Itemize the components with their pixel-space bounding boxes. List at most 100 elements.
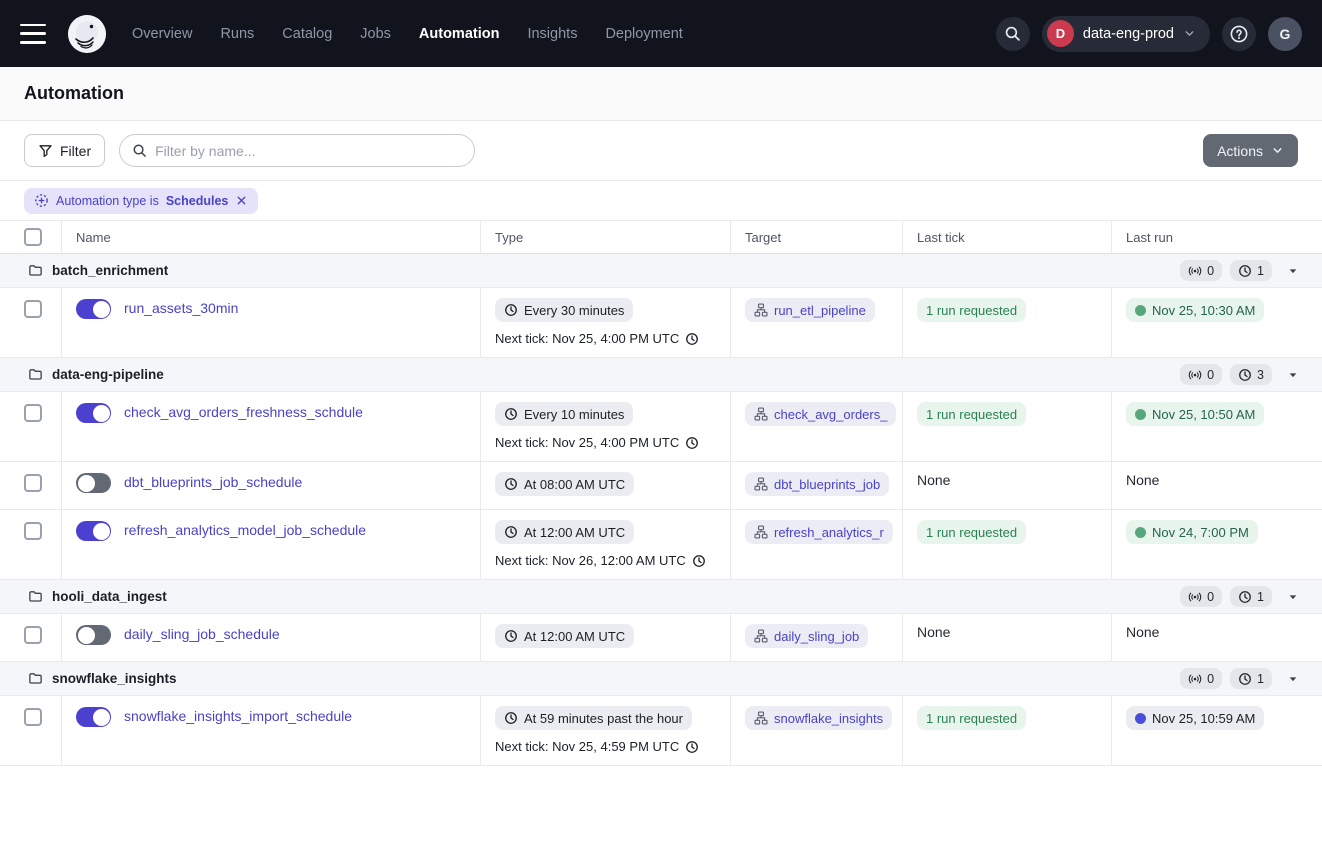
- target-link[interactable]: check_avg_orders_: [745, 402, 897, 426]
- collapse-group-icon[interactable]: [1286, 672, 1300, 686]
- last-run-cell: Nov 25, 10:50 AM: [1112, 392, 1322, 461]
- last-tick-badge[interactable]: 1 run requested: [917, 520, 1027, 544]
- schedule-count-badge: 3: [1230, 364, 1272, 385]
- nav-item-overview[interactable]: Overview: [132, 26, 192, 42]
- schedule-toggle[interactable]: [76, 521, 111, 541]
- nav-item-catalog[interactable]: Catalog: [282, 26, 332, 42]
- cron-badge: Every 30 minutes: [495, 298, 634, 322]
- row-checkbox[interactable]: [24, 522, 42, 540]
- job-graph-icon: [754, 477, 768, 491]
- schedule-name-link[interactable]: run_assets_30min: [124, 300, 238, 316]
- row-checkbox[interactable]: [24, 300, 42, 318]
- schedule-name-link[interactable]: refresh_analytics_model_job_schedule: [124, 522, 366, 538]
- type-cell: At 08:00 AM UTC: [481, 462, 731, 509]
- schedule-name-link[interactable]: check_avg_orders_freshness_schdule: [124, 404, 363, 420]
- target-link[interactable]: dbt_blueprints_job: [745, 472, 890, 496]
- filter-chip-automation-type[interactable]: Automation type is Schedules: [24, 187, 259, 214]
- type-cell: At 59 minutes past the hour Next tick: N…: [481, 696, 731, 765]
- chevron-down-icon: [1183, 27, 1196, 40]
- active-filters-row: Automation type is Schedules: [0, 181, 1322, 221]
- name-filter-input[interactable]: [155, 142, 463, 159]
- cron-badge: Every 10 minutes: [495, 402, 634, 426]
- schedule-name-link[interactable]: daily_sling_job_schedule: [124, 626, 280, 642]
- filter-chip-value: Schedules: [165, 193, 229, 208]
- target-link[interactable]: daily_sling_job: [745, 624, 869, 648]
- deployment-name: data-eng-prod: [1082, 25, 1174, 42]
- schedule-name-link[interactable]: snowflake_insights_import_schedule: [124, 708, 352, 724]
- nav-item-runs[interactable]: Runs: [220, 26, 254, 42]
- filter-button[interactable]: Filter: [24, 134, 106, 167]
- last-run-cell: Nov 24, 7:00 PM: [1112, 510, 1322, 579]
- collapse-group-icon[interactable]: [1286, 368, 1300, 382]
- folder-icon: [28, 589, 43, 604]
- target-link[interactable]: refresh_analytics_r: [745, 520, 893, 544]
- last-tick-badge[interactable]: 1 run requested: [917, 402, 1027, 426]
- col-header-target: Target: [731, 221, 903, 253]
- group-row-batch-enrichment[interactable]: batch_enrichment 0 1: [0, 254, 1322, 288]
- collapse-group-icon[interactable]: [1286, 264, 1300, 278]
- nav-item-automation[interactable]: Automation: [419, 26, 500, 42]
- menu-icon[interactable]: [20, 23, 46, 44]
- row-checkbox[interactable]: [24, 626, 42, 644]
- type-cell: Every 30 minutes Next tick: Nov 25, 4:00…: [481, 288, 731, 357]
- row-checkbox[interactable]: [24, 404, 42, 422]
- last-run-badge[interactable]: Nov 25, 10:30 AM: [1126, 298, 1265, 322]
- type-cell: At 12:00 AM UTC: [481, 614, 731, 661]
- schedule-toggle[interactable]: [76, 625, 111, 645]
- schedule-toggle[interactable]: [76, 403, 111, 423]
- clock-icon: [1238, 264, 1252, 278]
- group-row-hooli-data-ingest[interactable]: hooli_data_ingest 0 1: [0, 580, 1322, 614]
- help-icon[interactable]: [1222, 16, 1256, 51]
- funnel-icon: [38, 143, 53, 158]
- target-link[interactable]: snowflake_insights: [745, 706, 893, 730]
- sensor-count-badge: 0: [1180, 364, 1223, 385]
- clock-icon: [685, 740, 699, 754]
- last-tick-none: None: [917, 624, 951, 640]
- job-graph-icon: [754, 525, 768, 539]
- clock-icon: [1238, 590, 1252, 604]
- select-all-checkbox[interactable]: [24, 228, 42, 246]
- table-row: daily_sling_job_schedule At 12:00 AM UTC…: [0, 614, 1322, 662]
- table-row: snowflake_insights_import_schedule At 59…: [0, 696, 1322, 766]
- group-row-snowflake-insights[interactable]: snowflake_insights 0 1: [0, 662, 1322, 696]
- last-run-badge[interactable]: Nov 25, 10:59 AM: [1126, 706, 1265, 730]
- last-tick-badge[interactable]: 1 run requested: [917, 706, 1027, 730]
- last-run-badge[interactable]: Nov 25, 10:50 AM: [1126, 402, 1265, 426]
- schedule-toggle[interactable]: [76, 473, 111, 493]
- job-graph-icon: [754, 629, 768, 643]
- type-cell: At 12:00 AM UTC Next tick: Nov 26, 12:00…: [481, 510, 731, 579]
- schedule-toggle[interactable]: [76, 299, 111, 319]
- row-checkbox[interactable]: [24, 474, 42, 492]
- collapse-group-icon[interactable]: [1286, 590, 1300, 604]
- remove-filter-icon[interactable]: [235, 194, 248, 207]
- run-status-dot: [1135, 526, 1146, 538]
- schedule-count-badge: 1: [1230, 260, 1272, 281]
- nav-item-insights[interactable]: Insights: [527, 26, 577, 42]
- col-header-last-tick: Last tick: [903, 221, 1112, 253]
- clock-icon: [504, 477, 518, 491]
- deployment-switcher[interactable]: D data-eng-prod: [1041, 15, 1210, 52]
- chevron-down-icon: [1271, 144, 1284, 157]
- target-cell: snowflake_insights: [731, 696, 903, 765]
- target-link[interactable]: run_etl_pipeline: [745, 298, 875, 322]
- group-row-data-eng-pipeline[interactable]: data-eng-pipeline 0 3: [0, 358, 1322, 392]
- sensor-count-badge: 0: [1180, 260, 1223, 281]
- schedule-name-link[interactable]: dbt_blueprints_job_schedule: [124, 474, 302, 490]
- cron-badge: At 12:00 AM UTC: [495, 520, 635, 544]
- dagster-logo-icon[interactable]: [68, 14, 106, 53]
- last-run-badge[interactable]: Nov 24, 7:00 PM: [1126, 520, 1258, 544]
- sensor-icon: [1188, 590, 1202, 604]
- actions-button[interactable]: Actions: [1203, 134, 1298, 167]
- clock-icon: [685, 436, 699, 450]
- nav-item-jobs[interactable]: Jobs: [360, 26, 391, 42]
- schedule-toggle[interactable]: [76, 707, 111, 727]
- search-icon: [132, 143, 147, 158]
- user-avatar[interactable]: G: [1268, 16, 1302, 51]
- run-status-dot: [1135, 712, 1146, 724]
- last-tick-cell: 1 run requested: [903, 510, 1112, 579]
- clock-icon: [504, 525, 518, 539]
- row-checkbox[interactable]: [24, 708, 42, 726]
- nav-item-deployment[interactable]: Deployment: [605, 26, 682, 42]
- last-tick-badge[interactable]: 1 run requested: [917, 298, 1027, 322]
- search-icon[interactable]: [995, 16, 1030, 51]
